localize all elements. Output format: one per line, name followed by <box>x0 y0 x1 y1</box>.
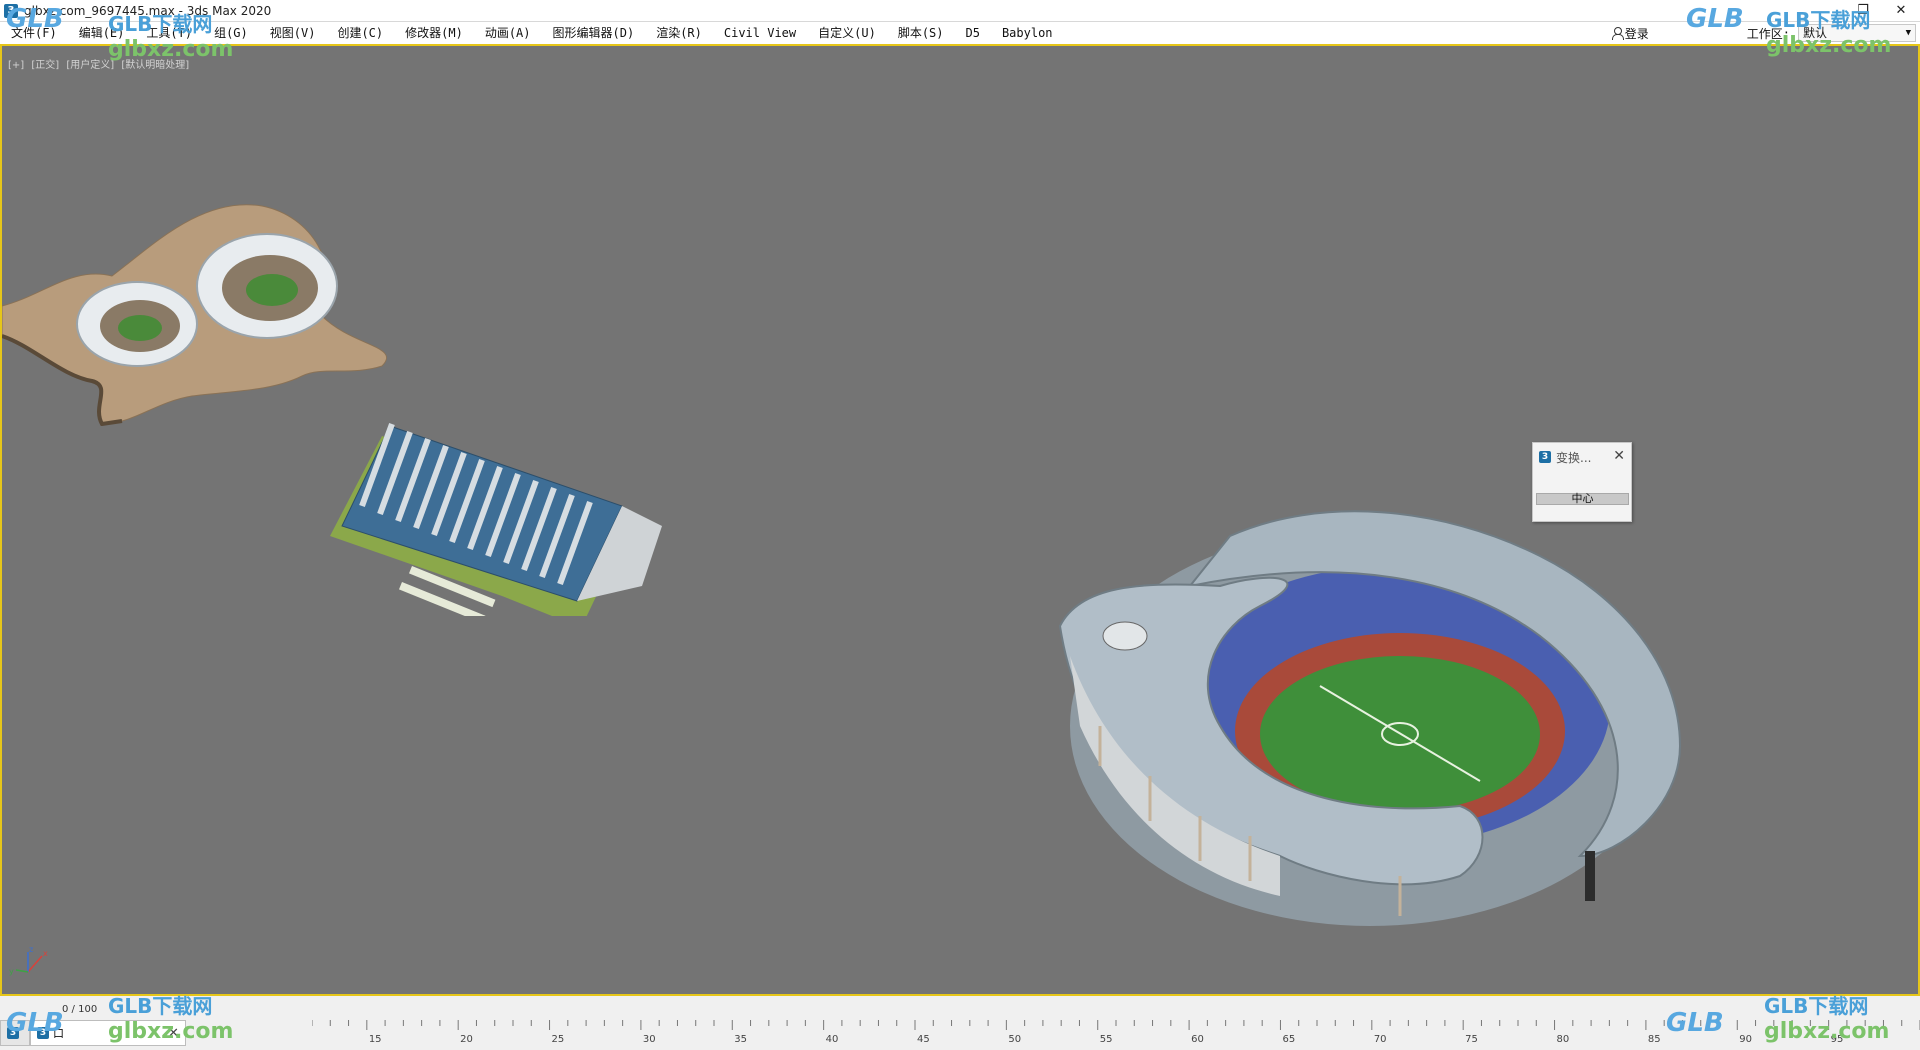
menu-civil-view[interactable]: Civil View <box>713 22 807 44</box>
ruler-tick-label: 15 <box>369 1034 382 1045</box>
watermark-logo: GLB <box>1666 1008 1724 1038</box>
watermark-top-left-cn: GLB下载网 glbxz.com <box>108 8 233 62</box>
stadium-pylon <box>1585 851 1595 901</box>
menu-babylon[interactable]: Babylon <box>991 22 1064 44</box>
viewport-menu[interactable]: [+] <box>8 60 24 71</box>
large-stadium-field <box>246 274 298 306</box>
menu-rendering[interactable]: 渲染(R) <box>645 22 713 44</box>
ruler-tick-label: 50 <box>1008 1034 1021 1045</box>
menu-bar: 文件(F) 编辑(E) 工具(T) 组(G) 视图(V) 创建(C) 修改器(M… <box>0 22 1920 44</box>
login-label: 登录 <box>1624 26 1649 41</box>
watermark-cn: GLB下载网 <box>108 12 213 36</box>
watermark-bottom-left-cn: GLB下载网 glbxz.com <box>108 990 233 1044</box>
menu-customize[interactable]: 自定义(U) <box>807 22 887 44</box>
ruler-tick-label: 55 <box>1100 1034 1113 1045</box>
ruler-tick-label: 40 <box>826 1034 839 1045</box>
ruler-tick-label: 65 <box>1282 1034 1295 1045</box>
watermark-bottom-left: GLB <box>6 1008 64 1038</box>
axis-y-label: y <box>9 967 14 976</box>
perspective-viewport[interactable]: [+] [正交] [用户定义] [默认明暗处理] x z y <box>0 44 1920 996</box>
ruler-tick-label: 60 <box>1191 1034 1204 1045</box>
viewport-view[interactable]: [正交] <box>31 60 59 71</box>
watermark-logo: GLB <box>6 1008 64 1038</box>
watermark-logo: GLB <box>6 4 64 34</box>
watermark-top-left: GLB <box>6 4 64 34</box>
close-icon[interactable]: ✕ <box>1613 448 1625 464</box>
small-stadium-field <box>118 315 162 341</box>
frame-counter[interactable]: 0 / 100 <box>62 1004 97 1015</box>
menu-d5[interactable]: D5 <box>955 22 991 44</box>
axis-tripod-icon: x z y <box>9 946 48 976</box>
menu-animation[interactable]: 动画(A) <box>474 22 542 44</box>
center-button[interactable]: 中心 <box>1536 493 1629 505</box>
dialog-app-icon: 3 <box>1539 451 1551 463</box>
axis-z-label: z <box>29 946 33 954</box>
user-icon <box>1611 27 1624 40</box>
dialog-title: 变换... <box>1556 450 1592 465</box>
ruler-tick-label: 75 <box>1465 1034 1478 1045</box>
menu-create[interactable]: 创建(C) <box>326 22 394 44</box>
ruler-tick-label: 35 <box>734 1034 747 1045</box>
main-stadium-model[interactable] <box>1020 476 1690 996</box>
watermark-top-right: GLB <box>1686 4 1744 34</box>
watermark-cn: GLB下载网 <box>1766 8 1871 32</box>
watermark-bottom-right-cn: GLB下载网 glbxz.com <box>1764 990 1889 1044</box>
axis-x-label: x <box>43 949 48 958</box>
watermark-cn: GLB下载网 <box>108 994 213 1018</box>
menu-views[interactable]: 视图(V) <box>259 22 327 44</box>
ruler-tick-label: 80 <box>1557 1034 1570 1045</box>
watermark-url: glbxz.com <box>108 37 234 62</box>
watermark-cn: GLB下载网 <box>1764 994 1869 1018</box>
watermark-url: glbxz.com <box>108 1019 234 1044</box>
hall-building-model[interactable] <box>322 386 672 616</box>
chevron-down-icon: ▼ <box>1905 28 1911 38</box>
ruler-tick-label: 70 <box>1374 1034 1387 1045</box>
ruler-tick-label: 85 <box>1648 1034 1661 1045</box>
ruler-tick-label: 45 <box>917 1034 930 1045</box>
menu-graph-editors[interactable]: 图形编辑器(D) <box>542 22 646 44</box>
ruler-tick-label: 90 <box>1739 1034 1752 1045</box>
ruler-tick-label: 25 <box>552 1034 565 1045</box>
watermark-url: glbxz.com <box>1766 33 1892 58</box>
watermark-top-right-cn: GLB下载网 glbxz.com <box>1766 4 1891 58</box>
roof-skylight <box>1102 621 1148 651</box>
watermark-bottom-right: GLB <box>1666 1008 1724 1038</box>
menu-modifiers[interactable]: 修改器(M) <box>394 22 474 44</box>
menu-scripting[interactable]: 脚本(S) <box>887 22 955 44</box>
title-bar: 3 glbxz.com_9697445.max - 3ds Max 2020 ❐… <box>0 0 1920 22</box>
transform-dialog: 3 变换... ✕ 中心 <box>1532 442 1632 522</box>
ruler-tick-label: 20 <box>460 1034 473 1045</box>
watermark-logo: GLB <box>1686 4 1744 34</box>
ruler-tick-label: 30 <box>643 1034 656 1045</box>
watermark-url: glbxz.com <box>1764 1019 1890 1044</box>
timeline-area: 0 / 100 3 3 口 ✕ 15 20 25 30 35 40 45 50 55 60 65 70… <box>0 996 1920 1050</box>
